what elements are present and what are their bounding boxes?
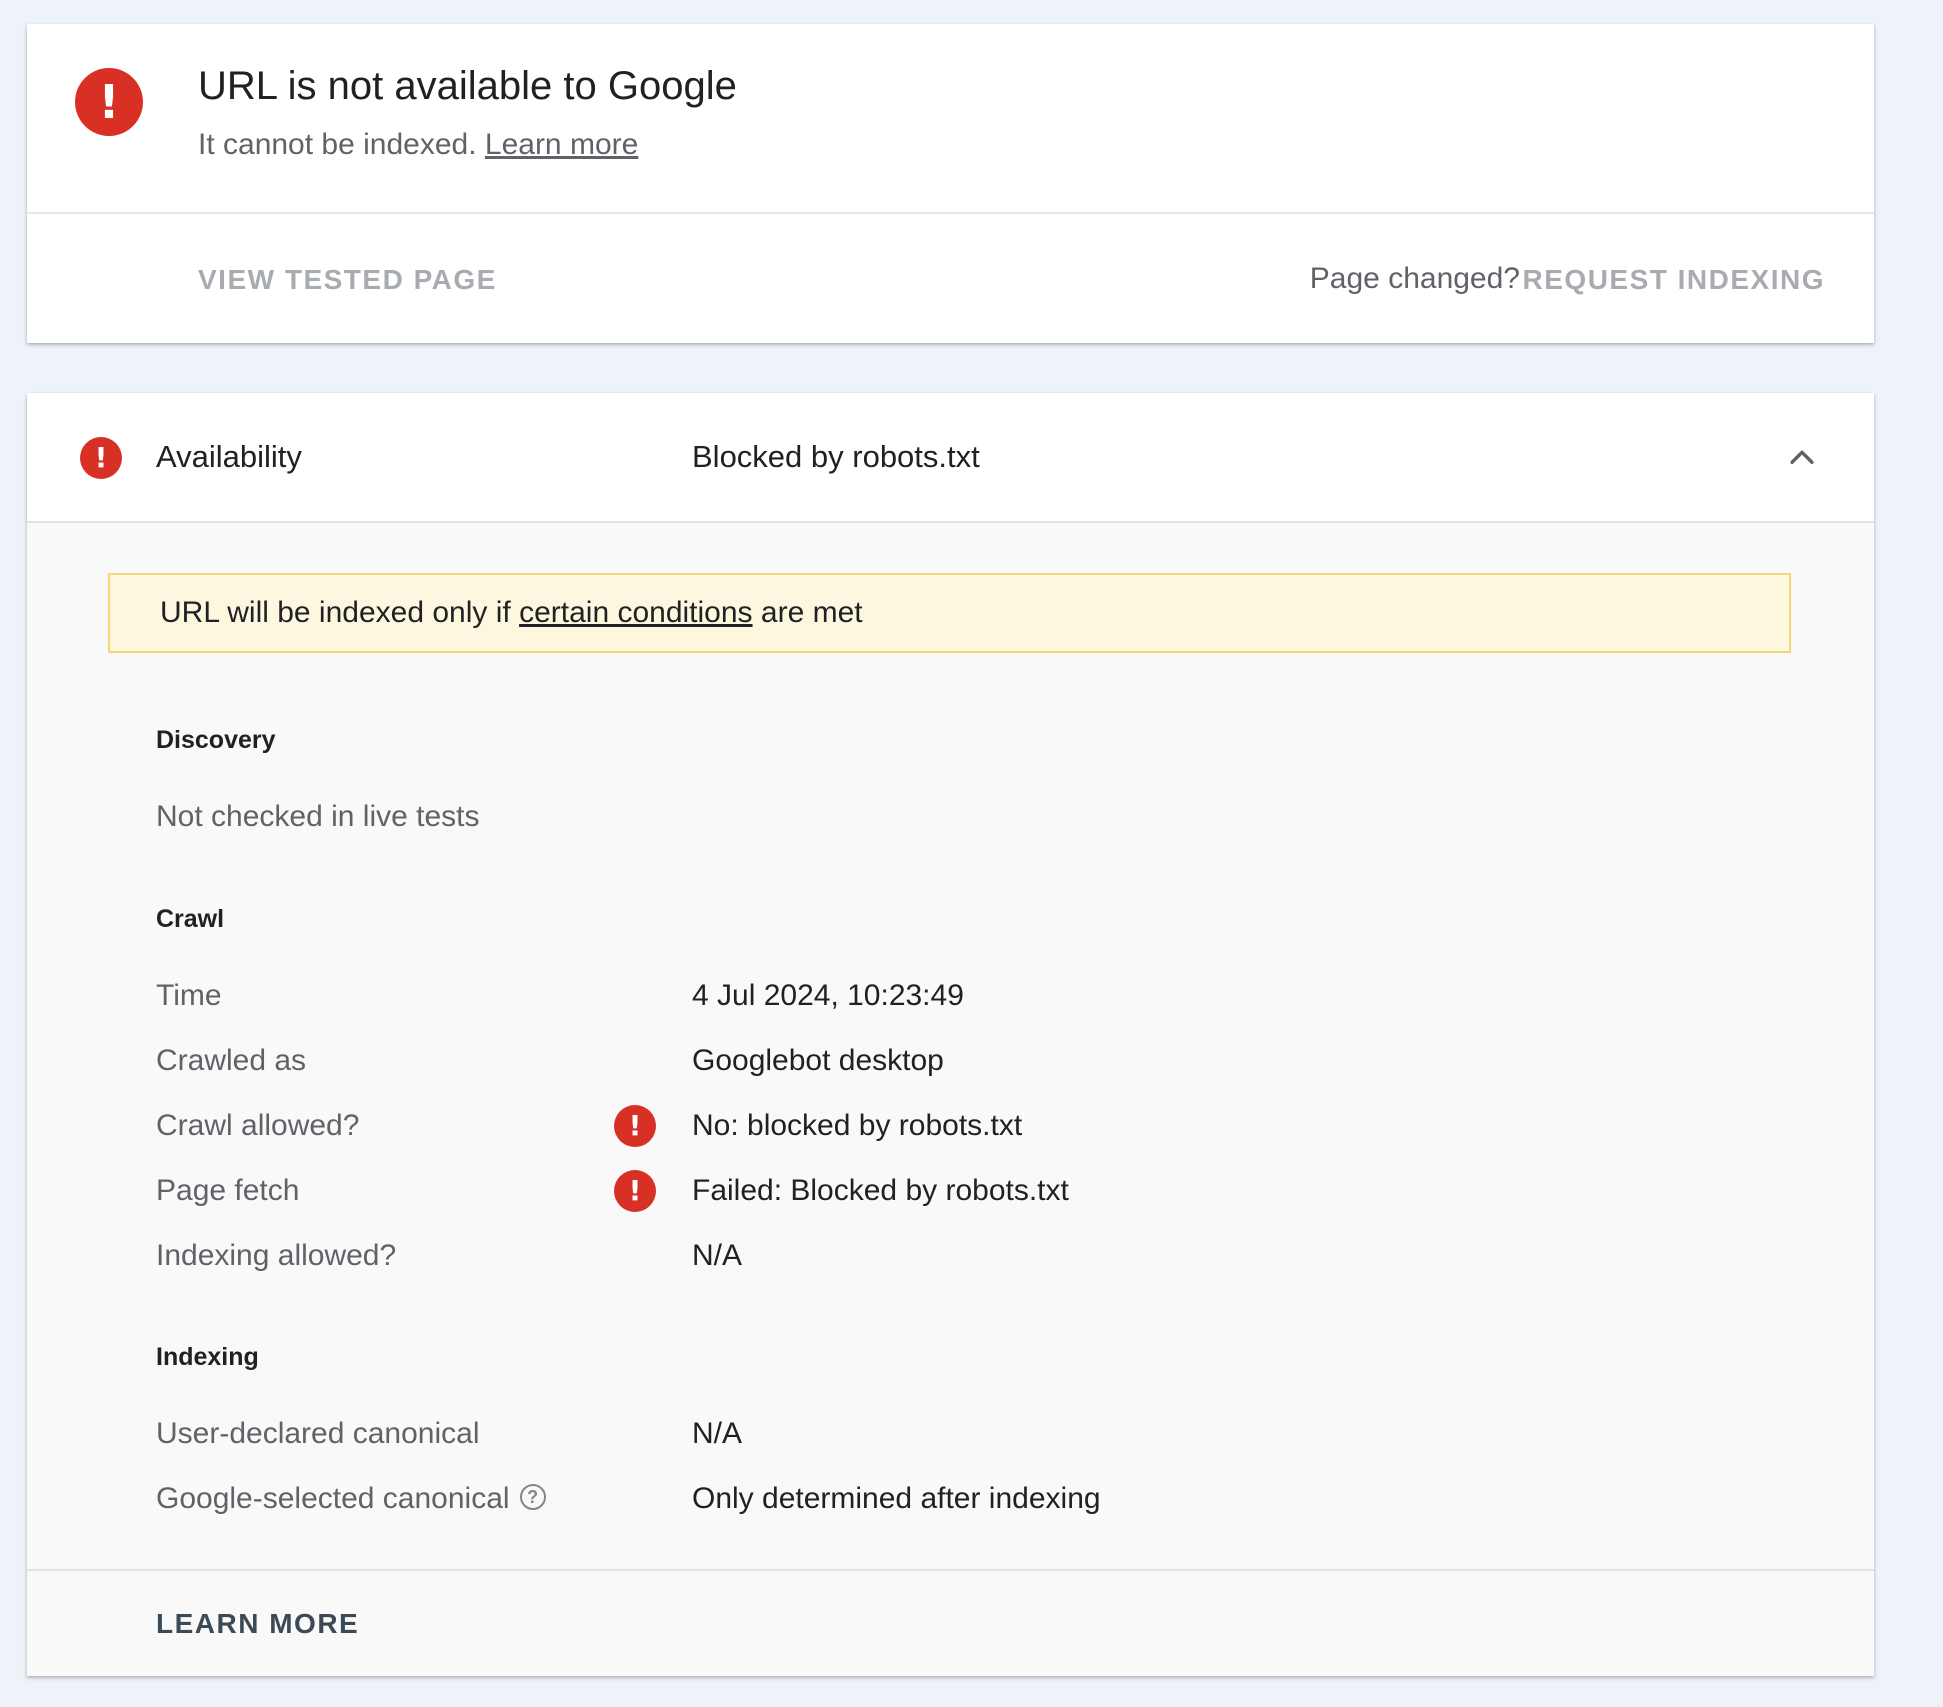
- availability-label: Availability: [156, 439, 302, 474]
- warning-prefix: URL will be indexed only if: [160, 596, 511, 629]
- crawl-allowed-label: Crawl allowed?: [156, 1109, 360, 1142]
- google-canonical-label: Google-selected canonical: [156, 1482, 510, 1515]
- crawl-time-value: 4 Jul 2024, 10:23:49: [692, 979, 964, 1012]
- user-canonical-label: User-declared canonical: [156, 1417, 480, 1450]
- page-fetch-value: Failed: Blocked by robots.txt: [692, 1174, 1069, 1207]
- status-subtitle-text: It cannot be indexed.: [198, 128, 477, 161]
- view-tested-page-button[interactable]: VIEW TESTED PAGE: [198, 264, 497, 296]
- crawled-as-value: Googlebot desktop: [692, 1044, 944, 1077]
- crawl-time-label: Time: [156, 979, 222, 1012]
- discovery-title: Discovery: [156, 726, 276, 754]
- error-icon: !: [75, 68, 143, 136]
- discovery-note: Not checked in live tests: [156, 800, 480, 833]
- google-canonical-label-row: Google-selected canonical?: [156, 1482, 546, 1516]
- page-fetch-label: Page fetch: [156, 1174, 300, 1207]
- status-card: ! URL is not available to Google It cann…: [27, 24, 1874, 343]
- error-icon: !: [614, 1105, 656, 1147]
- help-circle-icon[interactable]: ?: [519, 1484, 546, 1511]
- warning-suffix: are met: [760, 596, 863, 629]
- status-subtitle: It cannot be indexed. Learn more: [198, 128, 638, 162]
- error-icon: !: [614, 1170, 656, 1212]
- divider: [27, 1569, 1874, 1571]
- warning-banner: URL will be indexed only if certain cond…: [108, 573, 1791, 653]
- crawl-allowed-value: No: blocked by robots.txt: [692, 1109, 1023, 1142]
- indexing-allowed-value: N/A: [692, 1239, 743, 1272]
- crawl-title: Crawl: [156, 905, 225, 933]
- warning-text: URL will be indexed only if certain cond…: [160, 596, 863, 630]
- indexing-allowed-label: Indexing allowed?: [156, 1239, 397, 1272]
- learn-more-button[interactable]: LEARN MORE: [156, 1608, 359, 1640]
- request-indexing-button[interactable]: REQUEST INDEXING: [1523, 264, 1825, 296]
- certain-conditions-link[interactable]: certain conditions: [519, 596, 752, 629]
- divider: [27, 212, 1874, 214]
- availability-header[interactable]: ! Availability Blocked by robots.txt: [27, 393, 1874, 523]
- google-canonical-value: Only determined after indexing: [692, 1482, 1101, 1515]
- indexing-title: Indexing: [156, 1343, 259, 1371]
- error-icon: !: [80, 437, 122, 479]
- learn-more-link[interactable]: Learn more: [485, 128, 638, 161]
- page-changed-label: Page changed?: [1309, 262, 1520, 295]
- crawled-as-label: Crawled as: [156, 1044, 307, 1077]
- availability-card: ! Availability Blocked by robots.txt URL…: [27, 393, 1874, 1676]
- user-canonical-value: N/A: [692, 1417, 743, 1450]
- status-title: URL is not available to Google: [198, 64, 737, 108]
- availability-value: Blocked by robots.txt: [692, 439, 980, 474]
- chevron-up-icon[interactable]: [1785, 441, 1819, 475]
